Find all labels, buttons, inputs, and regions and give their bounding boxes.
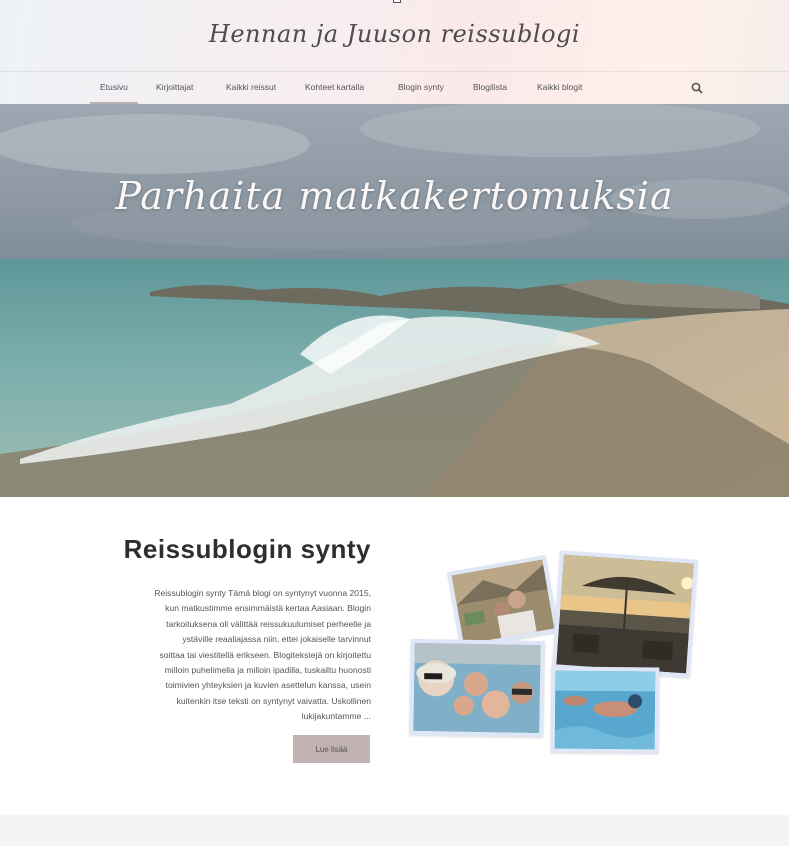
footer-band xyxy=(0,815,789,846)
collage-photo-sunset-umbrella xyxy=(552,550,698,678)
excerpt-line: milloin puhelimella ja milloin ipadilla,… xyxy=(164,665,371,676)
hero-title: Parhaita matkakertomuksia xyxy=(115,174,674,218)
post-excerpt: Reissublogin synty Tämä blogi on syntyny… xyxy=(90,586,371,725)
main-nav: Etusivu Kirjoittajat Kaikki reissut Koht… xyxy=(0,72,789,104)
collage-photo-underwater xyxy=(550,666,660,754)
excerpt-line: kuitenkin itse teksti on syntynyt vaivat… xyxy=(176,695,371,706)
excerpt-line: lukijakuntamme ... xyxy=(301,711,371,722)
nav-item-kohteet-kartalla[interactable]: Kohteet kartalla xyxy=(305,82,364,92)
nav-item-blogin-synty[interactable]: Blogin synty xyxy=(398,82,444,92)
nav-item-kaikki-reissut[interactable]: Kaikki reissut xyxy=(226,82,276,92)
excerpt-line: tarkoituksena oli välittää reissukuulumi… xyxy=(166,618,371,629)
excerpt-line: toimivien yhteyksien ja kuvien asettelun… xyxy=(165,680,371,691)
excerpt-line: ystäville reaaliajassa niin, ettei jokai… xyxy=(182,634,371,645)
nav-item-kirjoittajat[interactable]: Kirjoittajat xyxy=(156,82,193,92)
hero-banner: Parhaita matkakertomuksia xyxy=(0,104,789,497)
nav-item-etusivu[interactable]: Etusivu xyxy=(90,82,138,104)
collage-photo-couple xyxy=(446,554,560,650)
top-marker xyxy=(393,0,401,3)
site-header: Hennan ja Juuson reissublogi Etusivu Kir… xyxy=(0,0,789,104)
excerpt-line: Reissublogin synty Tämä blogi on syntyny… xyxy=(154,588,371,598)
post-title[interactable]: Reissublogin synty xyxy=(100,534,371,565)
site-title[interactable]: Hennan ja Juuson reissublogi xyxy=(0,20,789,48)
nav-item-blogilista[interactable]: Blogilista xyxy=(473,82,507,92)
read-more-button[interactable]: Lue lisää xyxy=(293,735,370,763)
beach-hero-image xyxy=(0,104,789,497)
excerpt-line: soittaa tai viestitellä erikseen. Blogit… xyxy=(159,649,371,660)
nav-item-kaikki-blogit[interactable]: Kaikki blogit xyxy=(537,82,582,92)
excerpt-line: kun matkustimme ensimmäistä kertaa Aasia… xyxy=(165,603,371,614)
search-icon[interactable] xyxy=(690,81,704,95)
collage-photo-family-pool xyxy=(409,638,545,738)
